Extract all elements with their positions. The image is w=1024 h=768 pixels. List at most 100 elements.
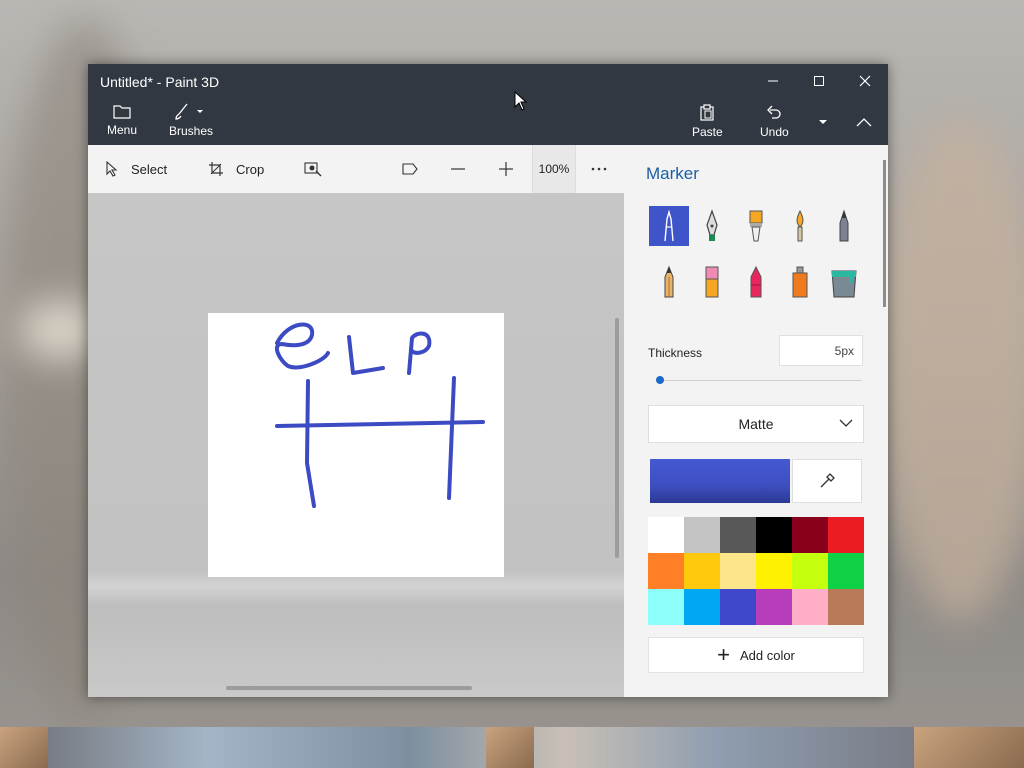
- close-icon: [859, 75, 871, 87]
- watercolor-icon: [796, 209, 804, 242]
- select-label: Select: [131, 161, 168, 177]
- taskbar: [0, 727, 1024, 768]
- menu-label: Menu: [107, 123, 138, 137]
- plus-icon: +: [717, 642, 730, 667]
- mouse-cursor-icon: [514, 91, 528, 111]
- minimize-icon: [768, 80, 778, 82]
- zoom-in-button[interactable]: [498, 145, 526, 193]
- paste-button[interactable]: Paste: [692, 104, 723, 139]
- horizontal-scrollbar[interactable]: [226, 686, 472, 690]
- paste-label: Paste: [692, 125, 723, 139]
- color-swatch[interactable]: [756, 553, 792, 589]
- undo-icon: [767, 105, 781, 119]
- color-swatch[interactable]: [720, 553, 756, 589]
- color-swatch[interactable]: [648, 517, 684, 553]
- undo-button[interactable]: Undo: [760, 104, 789, 139]
- more-icon: [591, 167, 607, 171]
- spray-can-icon: [792, 266, 808, 298]
- stroke: [447, 376, 456, 500]
- add-color-button[interactable]: + Add color: [648, 637, 864, 673]
- eraser-brush[interactable]: [692, 262, 732, 302]
- vertical-scrollbar[interactable]: [615, 318, 619, 558]
- chevron-down-icon: [819, 120, 827, 124]
- pencil-icon: [664, 265, 674, 298]
- close-button[interactable]: [842, 64, 888, 98]
- fill-bucket-icon: [831, 270, 857, 298]
- brushes-label: Brushes: [169, 124, 214, 138]
- fill-brush[interactable]: [824, 262, 864, 302]
- color-swatch[interactable]: [720, 517, 756, 553]
- zoom-level[interactable]: 100%: [532, 145, 576, 193]
- history-dropdown-button[interactable]: [808, 102, 838, 142]
- maximize-icon: [814, 76, 824, 86]
- drawing-strokes: [274, 322, 485, 508]
- marker-icon: [664, 209, 674, 242]
- color-swatch[interactable]: [648, 553, 684, 589]
- color-swatch[interactable]: [684, 589, 720, 625]
- crop-tool-button[interactable]: Crop: [208, 145, 264, 193]
- oil-brush[interactable]: [736, 206, 776, 246]
- crayon-icon: [750, 265, 762, 298]
- color-swatch[interactable]: [720, 589, 756, 625]
- marker-brush[interactable]: [649, 206, 689, 246]
- crop-icon: [209, 162, 223, 176]
- taskbar-thumbnail[interactable]: [914, 727, 1024, 768]
- brush-icon: [175, 103, 204, 120]
- color-palette: [648, 517, 864, 625]
- view-icon: [402, 163, 418, 175]
- color-swatch[interactable]: [828, 553, 864, 589]
- collapse-ribbon-button[interactable]: [844, 102, 884, 142]
- color-swatch[interactable]: [684, 517, 720, 553]
- view-3d-button[interactable]: [401, 145, 431, 193]
- color-swatch[interactable]: [648, 589, 684, 625]
- select-cursor-icon: [106, 161, 118, 177]
- magic-select-button[interactable]: [304, 145, 334, 193]
- eyedropper-icon: [820, 473, 835, 488]
- crayon-brush[interactable]: [736, 262, 776, 302]
- paste-icon: [700, 104, 714, 121]
- color-swatch[interactable]: [828, 589, 864, 625]
- color-swatch[interactable]: [756, 517, 792, 553]
- current-color-swatch[interactable]: [650, 459, 790, 503]
- eyedropper-button[interactable]: [792, 459, 862, 503]
- brushes-button[interactable]: Brushes: [169, 102, 213, 138]
- minus-icon: [451, 168, 465, 170]
- finish-dropdown[interactable]: Matte: [648, 405, 864, 443]
- calligraphy-pen-brush[interactable]: [692, 206, 732, 246]
- color-swatch[interactable]: [828, 517, 864, 553]
- pixel-pen-brush[interactable]: [824, 206, 864, 246]
- zoom-out-button[interactable]: [450, 145, 478, 193]
- folder-icon: [113, 105, 131, 119]
- panel-scrollbar[interactable]: [883, 160, 886, 307]
- color-swatch[interactable]: [792, 517, 828, 553]
- paint3d-window: Untitled* - Paint 3D Menu Brushes Paste …: [88, 64, 888, 697]
- thickness-label: Thickness: [648, 346, 703, 360]
- color-swatch[interactable]: [684, 553, 720, 589]
- magic-select-icon: [304, 162, 322, 177]
- taskbar-thumbnail[interactable]: [486, 727, 534, 768]
- more-options-button[interactable]: [591, 145, 619, 193]
- brush-panel: Marker Thickness 5px Matte + Add color: [624, 145, 888, 697]
- drawing-canvas[interactable]: [208, 313, 504, 577]
- thickness-slider-handle[interactable]: [656, 376, 664, 384]
- add-color-label: Add color: [739, 647, 795, 663]
- chevron-down-icon: [839, 419, 853, 427]
- color-swatch[interactable]: [756, 589, 792, 625]
- spray-can-brush[interactable]: [780, 262, 820, 302]
- maximize-button[interactable]: [796, 64, 842, 98]
- eraser-icon: [705, 266, 719, 298]
- finish-value: Matte: [738, 416, 774, 432]
- color-swatch[interactable]: [792, 553, 828, 589]
- panel-title: Marker: [646, 164, 699, 183]
- stroke: [305, 379, 316, 508]
- calligraphy-pen-icon: [706, 209, 718, 241]
- thickness-input[interactable]: 5px: [779, 335, 863, 366]
- thickness-slider-track[interactable]: [656, 380, 862, 381]
- minimize-button[interactable]: [750, 64, 796, 98]
- pencil-brush[interactable]: [649, 262, 689, 302]
- menu-button[interactable]: Menu: [107, 104, 137, 137]
- color-swatch[interactable]: [792, 589, 828, 625]
- watercolor-brush[interactable]: [780, 206, 820, 246]
- select-tool-button[interactable]: Select: [105, 145, 167, 193]
- taskbar-thumbnail[interactable]: [0, 727, 48, 768]
